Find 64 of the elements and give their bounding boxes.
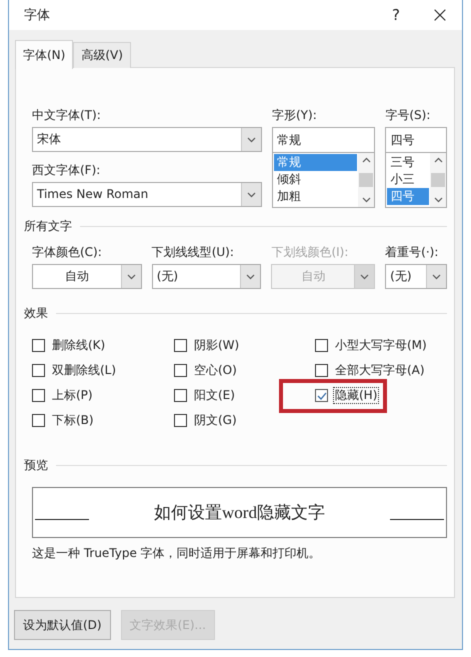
- checkbox-label[interactable]: 空心(O): [192, 362, 239, 379]
- chevron-up-icon: [434, 157, 442, 163]
- group-title: 预览: [24, 456, 48, 474]
- close-button[interactable]: ×: [418, 0, 462, 30]
- text-field[interactable]: 四号: [385, 127, 447, 153]
- scrollbar[interactable]: [430, 153, 446, 207]
- field-label: 字形(Y):: [272, 108, 318, 122]
- checkbox[interactable]: [32, 339, 45, 352]
- chevron-down-icon: [247, 192, 256, 198]
- checkbox[interactable]: [174, 339, 187, 352]
- window-title: 字体: [24, 7, 51, 24]
- scrollbar[interactable]: [358, 153, 374, 207]
- dropdown-field[interactable]: (无): [152, 264, 262, 289]
- checkbox-label[interactable]: 全部大写字母(A): [333, 362, 427, 379]
- field-label: 下划线线型(U):: [152, 245, 235, 259]
- chevron-up-icon: [362, 157, 371, 163]
- field-label: 字号(S):: [385, 108, 432, 122]
- checkbox-label[interactable]: 下标(B): [50, 412, 96, 429]
- preview-text: 如何设置word隐藏文字: [153, 502, 326, 524]
- text-field[interactable]: 常规: [272, 127, 376, 153]
- chevron-down-icon: [360, 274, 370, 280]
- help-button[interactable]: ?: [374, 0, 418, 30]
- field-label: 中文字体(T):: [32, 108, 102, 122]
- font-description: 这是一种 TrueType 字体，同时适用于屏幕和打印机。: [32, 545, 322, 562]
- dialog-button[interactable]: 设为默认值(D): [14, 610, 111, 640]
- chevron-down-icon: [247, 136, 256, 142]
- field-label: 字体颜色(C):: [32, 245, 103, 259]
- checkbox[interactable]: [315, 364, 328, 377]
- checkbox-label[interactable]: 小型大写字母(M): [333, 337, 429, 354]
- field-label: 下划线颜色(I):: [271, 245, 350, 259]
- chevron-down-icon: [126, 274, 136, 280]
- checkbox[interactable]: [315, 339, 328, 352]
- dropdown-field[interactable]: (无): [385, 264, 448, 289]
- chevron-down-icon: [246, 274, 256, 280]
- checkbox-label[interactable]: 阴文(G): [192, 412, 239, 429]
- checkbox-label[interactable]: 上标(P): [50, 387, 95, 404]
- checkbox-label[interactable]: 隐藏(H): [333, 387, 380, 404]
- checkbox[interactable]: [32, 414, 45, 427]
- checkbox[interactable]: [315, 389, 328, 402]
- dropdown-field[interactable]: 宋体: [32, 127, 262, 152]
- tab[interactable]: 字体(N): [15, 40, 74, 69]
- field-label: 着重号(·):: [385, 245, 440, 259]
- checkbox[interactable]: [32, 389, 45, 402]
- chevron-down-icon: [362, 197, 371, 203]
- checkbox[interactable]: [174, 389, 187, 402]
- field-label: 西文字体(F):: [32, 163, 102, 177]
- chevron-down-icon: [434, 197, 442, 203]
- checkbox-label[interactable]: 阴影(W): [192, 337, 242, 354]
- checkbox-label[interactable]: 阳文(E): [192, 387, 237, 404]
- group-title: 所有文字: [24, 218, 72, 234]
- checkbox-label[interactable]: 双删除线(L): [50, 362, 118, 379]
- list-item[interactable]: 三号: [387, 154, 429, 171]
- list-item[interactable]: 倾斜: [274, 171, 358, 188]
- tab[interactable]: 高级(V): [73, 42, 131, 68]
- checkbox-label[interactable]: 删除线(K): [50, 337, 108, 354]
- checkbox[interactable]: [174, 414, 187, 427]
- list-item[interactable]: 小三: [387, 171, 429, 188]
- dropdown-field[interactable]: 自动: [32, 264, 142, 289]
- dropdown-field[interactable]: Times New Roman: [32, 182, 262, 207]
- chevron-down-icon: [432, 274, 442, 280]
- list-item[interactable]: 加粗: [274, 188, 358, 205]
- checkbox[interactable]: [32, 364, 45, 377]
- checkbox[interactable]: [174, 364, 187, 377]
- group-title: 效果: [24, 304, 48, 322]
